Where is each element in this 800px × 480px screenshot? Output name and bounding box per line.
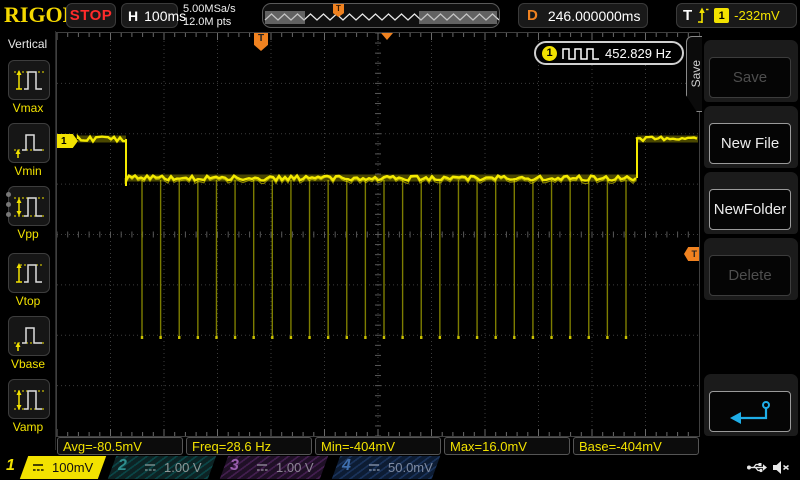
vamp-icon bbox=[12, 383, 46, 415]
new-file-button[interactable]: New File bbox=[709, 123, 791, 164]
pulse-train-icon bbox=[562, 47, 600, 60]
channel2-scale: 1.00 V bbox=[164, 460, 202, 475]
soft-menu-slot: Delete bbox=[704, 238, 798, 300]
waveform-plot bbox=[57, 33, 699, 436]
horizontal-timebase-indicator: H 100ms bbox=[121, 3, 178, 28]
vbase-label: Vbase bbox=[0, 357, 56, 371]
run-state-label: STOP bbox=[70, 7, 113, 24]
menu-page-dot bbox=[6, 212, 11, 217]
vmax-label: Vmax bbox=[0, 101, 56, 115]
vtop-button[interactable] bbox=[8, 253, 50, 293]
save-button: Save bbox=[709, 57, 791, 98]
channel1-status[interactable]: 1 100mV bbox=[0, 456, 106, 479]
vamp-button[interactable] bbox=[8, 379, 50, 419]
vmin-icon bbox=[12, 127, 46, 159]
trigger-center-marker-icon bbox=[381, 33, 393, 40]
vpp-button[interactable] bbox=[8, 186, 50, 226]
vtop-label: Vtop bbox=[0, 294, 56, 308]
memory-depth: 12.0M pts bbox=[183, 16, 236, 29]
dc-coupling-icon bbox=[256, 463, 268, 472]
acquisition-info: 5.00MSa/s 12.0M pts bbox=[183, 3, 236, 29]
trigger-level-value: -232mV bbox=[734, 8, 780, 23]
soft-menu-slot: Save bbox=[704, 40, 798, 102]
soft-menu-slot: NewFolder bbox=[704, 172, 798, 234]
channel1-scale: 100mV bbox=[52, 460, 93, 475]
sample-rate: 5.00MSa/s bbox=[183, 3, 236, 16]
t-label: T bbox=[683, 7, 692, 24]
channel2-status[interactable]: 2 1.00 V bbox=[110, 456, 216, 479]
measure-menu-title: Vertical bbox=[0, 37, 55, 51]
channel3-status[interactable]: 3 1.00 V bbox=[222, 456, 328, 479]
vmax-button[interactable] bbox=[8, 60, 50, 100]
menu-page-dot bbox=[6, 192, 11, 197]
channel3-scale: 1.00 V bbox=[276, 460, 314, 475]
d-label: D bbox=[527, 7, 538, 24]
measurement-readout-freq: Freq=28.6 Hz bbox=[186, 437, 312, 455]
channel4-number: 4 bbox=[342, 457, 351, 475]
channel1-number: 1 bbox=[6, 457, 15, 475]
vamp-label: Vamp bbox=[0, 420, 56, 434]
waveform-display-area: T T 1 1 452.829 Hz bbox=[56, 32, 700, 437]
rising-edge-trigger-icon bbox=[697, 7, 709, 24]
measurement-readout-max: Max=16.0mV bbox=[444, 437, 570, 455]
counter-channel-badge: 1 bbox=[542, 46, 557, 61]
measure-menu: Vertical Vmax Vmin bbox=[0, 31, 56, 450]
delay-indicator: D 246.000000ms bbox=[518, 3, 648, 28]
usb-icon bbox=[746, 461, 768, 474]
memory-waveform-preview bbox=[263, 4, 499, 27]
channel-status-bar: 1 100mV 2 1.00 V 3 1.00 V bbox=[0, 456, 800, 480]
oscilloscope-screen: RIGOL STOP H 100ms 5.00MSa/s 12.0M pts T… bbox=[0, 0, 800, 480]
menu-tab-label: Save bbox=[689, 60, 703, 87]
channel2-number: 2 bbox=[118, 457, 127, 475]
h-label: H bbox=[128, 8, 138, 24]
vtop-icon bbox=[12, 257, 46, 289]
vmin-button[interactable] bbox=[8, 123, 50, 163]
dc-coupling-icon bbox=[144, 463, 156, 472]
measurement-readout-min: Min=-404mV bbox=[315, 437, 441, 455]
vmin-label: Vmin bbox=[0, 164, 56, 178]
delay-value: 246.000000ms bbox=[548, 8, 641, 24]
vbase-icon bbox=[12, 320, 46, 352]
soft-menu-slot: New File bbox=[704, 106, 798, 168]
trigger-source-badge: 1 bbox=[714, 8, 729, 23]
menu-page-dot bbox=[6, 202, 11, 207]
vpp-icon bbox=[12, 190, 46, 222]
dc-coupling-icon bbox=[368, 463, 380, 472]
return-arrow-icon bbox=[727, 399, 773, 425]
memory-position-strip[interactable]: T bbox=[262, 3, 500, 28]
delete-button: Delete bbox=[709, 255, 791, 296]
channel4-scale: 50.0mV bbox=[388, 460, 433, 475]
trigger-indicator: T 1 -232mV bbox=[676, 3, 797, 28]
top-status-bar: RIGOL STOP H 100ms 5.00MSa/s 12.0M pts T… bbox=[0, 0, 800, 31]
timebase-value: 100ms bbox=[144, 8, 186, 24]
new-folder-button[interactable]: NewFolder bbox=[709, 189, 791, 230]
channel4-status[interactable]: 4 50.0mV bbox=[334, 456, 440, 479]
vpp-label: Vpp bbox=[0, 227, 56, 241]
soft-menu-slot bbox=[704, 374, 798, 436]
vbase-button[interactable] bbox=[8, 316, 50, 356]
soft-menu: Save New File NewFolder Delete bbox=[702, 31, 800, 450]
vmax-icon bbox=[12, 64, 46, 96]
enter-back-button[interactable] bbox=[709, 391, 791, 432]
frequency-counter-badge: 1 452.829 Hz bbox=[534, 41, 684, 65]
run-state-indicator[interactable]: STOP bbox=[66, 3, 116, 28]
measurement-readout-base: Base=-404mV bbox=[573, 437, 699, 455]
counter-value: 452.829 Hz bbox=[605, 46, 672, 61]
measurement-readout-avg: Avg=-80.5mV bbox=[57, 437, 183, 455]
speaker-muted-icon bbox=[772, 460, 790, 475]
channel3-number: 3 bbox=[230, 457, 239, 475]
dc-coupling-icon bbox=[32, 463, 44, 472]
